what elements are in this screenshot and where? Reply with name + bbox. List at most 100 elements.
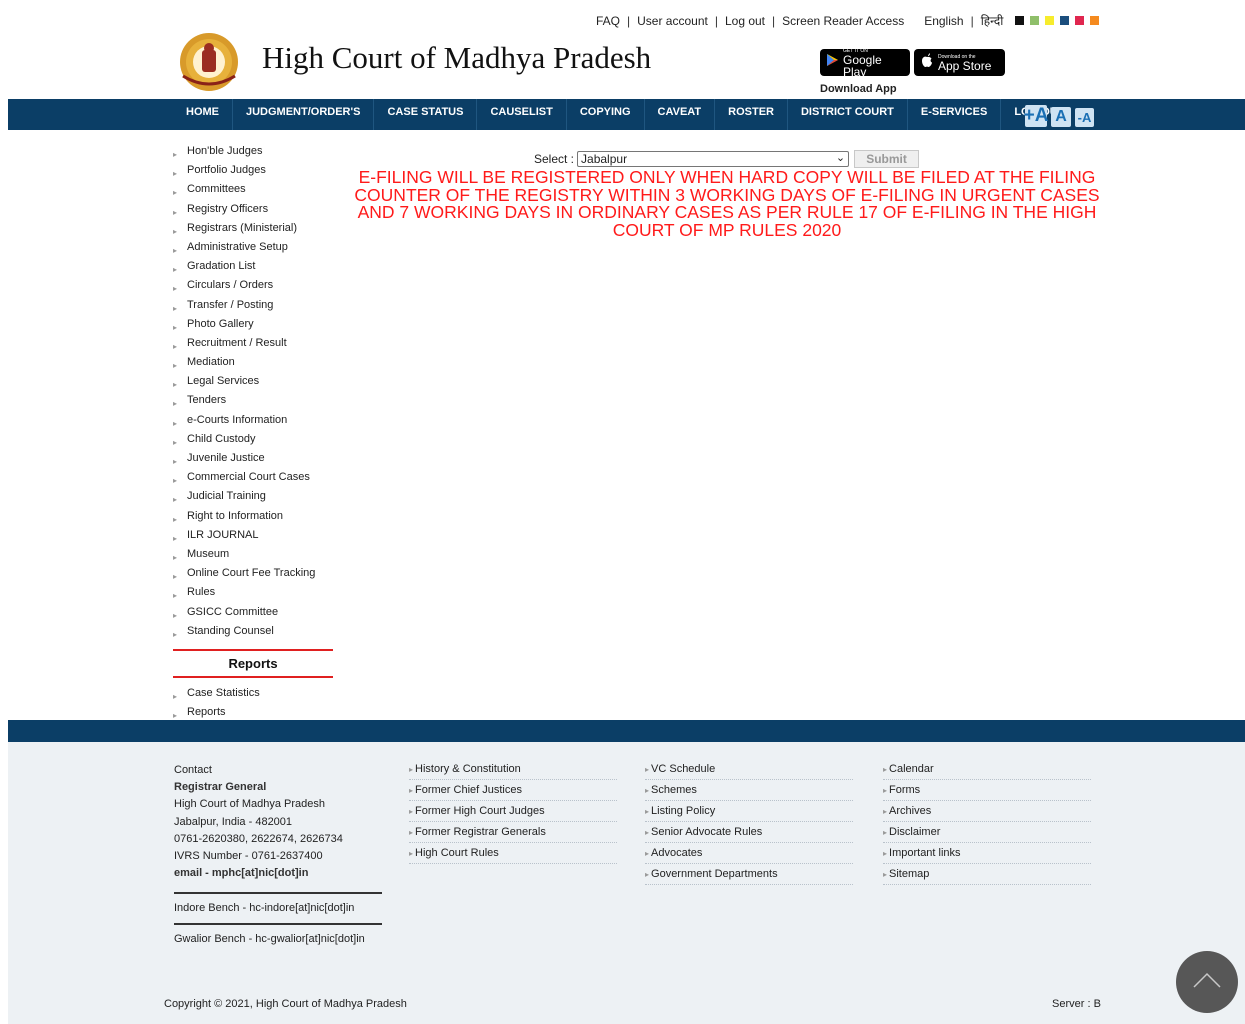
nav-causelist[interactable]: CAUSELIST bbox=[477, 99, 567, 130]
court-emblem-logo[interactable] bbox=[173, 32, 245, 92]
footer-link-senior-advocate-rules[interactable]: ▸ Senior Advocate Rules bbox=[645, 823, 853, 843]
sidebar-item-juvenile-justice[interactable]: ▸ Juvenile Justice bbox=[173, 451, 335, 470]
link-label: Committees bbox=[187, 183, 246, 196]
nav-e-services[interactable]: E-SERVICES bbox=[908, 99, 1002, 130]
sidebar-item-registry-officers[interactable]: ▸ Registry Officers bbox=[173, 202, 335, 221]
sidebar-item-standing-counsel[interactable]: ▸ Standing Counsel bbox=[173, 624, 335, 643]
footer-link-disclaimer[interactable]: ▸ Disclaimer bbox=[883, 823, 1091, 843]
footer-link-calendar[interactable]: ▸ Calendar bbox=[883, 760, 1091, 780]
theme-swatch-red[interactable] bbox=[1075, 16, 1085, 25]
footer-link-sitemap[interactable]: ▸ Sitemap bbox=[883, 865, 1091, 885]
bullet-arrow-icon: ▸ bbox=[883, 765, 888, 774]
sidebar-item-portfolio-judges[interactable]: ▸ Portfolio Judges bbox=[173, 163, 335, 182]
theme-swatch-black[interactable] bbox=[1015, 16, 1025, 25]
reports-heading: Reports bbox=[173, 648, 333, 678]
font-size-controls: +A A -A bbox=[1024, 105, 1094, 127]
bullet-arrow-icon: ▸ bbox=[409, 807, 414, 816]
site-title[interactable]: High Court of Madhya Pradesh bbox=[262, 40, 651, 76]
bullet-arrow-icon: ▸ bbox=[883, 870, 888, 879]
sidebar-item-online-court-fee-tracking[interactable]: ▸ Online Court Fee Tracking bbox=[173, 566, 335, 585]
sidebar-item-photo-gallery[interactable]: ▸ Photo Gallery bbox=[173, 317, 335, 336]
footer-link-forms[interactable]: ▸ Forms bbox=[883, 781, 1091, 801]
main-nav: HOME JUDGMENT/ORDER'S CASE STATUS CAUSEL… bbox=[173, 99, 1077, 130]
bullet-arrow-icon: ▸ bbox=[173, 188, 178, 198]
footer-link-important-links[interactable]: ▸ Important links bbox=[883, 844, 1091, 864]
footer-link-former-registrar-generals[interactable]: ▸ Former Registrar Generals bbox=[409, 823, 617, 843]
footer-link-archives[interactable]: ▸ Archives bbox=[883, 802, 1091, 822]
bench-select[interactable]: Jabalpur ⌄ bbox=[577, 151, 850, 167]
nav-judgment-orders[interactable]: JUDGMENT/ORDER'S bbox=[233, 99, 375, 130]
font-increase-button[interactable]: +A bbox=[1024, 105, 1048, 127]
nav-caveat[interactable]: CAVEAT bbox=[645, 99, 716, 130]
bullet-arrow-icon: ▸ bbox=[883, 828, 888, 837]
bullet-arrow-icon: ▸ bbox=[409, 786, 414, 795]
bullet-arrow-icon: ▸ bbox=[173, 476, 178, 486]
sidebar-report-case-statistics[interactable]: ▸ Case Statistics bbox=[173, 686, 335, 705]
sidebar-item-mediation[interactable]: ▸ Mediation bbox=[173, 355, 335, 374]
google-play-icon bbox=[826, 53, 839, 72]
ivrs-number: IVRS Number - 0761-2637400 bbox=[174, 849, 323, 862]
sidebar-item-gradation-list[interactable]: ▸ Gradation List bbox=[173, 259, 335, 278]
bullet-arrow-icon: ▸ bbox=[173, 303, 178, 313]
sidebar-item-judicial-training[interactable]: ▸ Judicial Training bbox=[173, 489, 335, 508]
logout-link[interactable]: Log out bbox=[725, 14, 765, 28]
footer-link-history-constitution[interactable]: ▸ History & Constitution bbox=[409, 760, 617, 780]
sidebar-item-committees[interactable]: ▸ Committees bbox=[173, 182, 335, 201]
nav-roster[interactable]: ROSTER bbox=[715, 99, 788, 130]
bullet-arrow-icon: ▸ bbox=[883, 807, 888, 816]
font-decrease-button[interactable]: -A bbox=[1075, 108, 1094, 127]
nav-home[interactable]: HOME bbox=[173, 99, 233, 130]
bullet-arrow-icon: ▸ bbox=[173, 399, 178, 409]
link-label: Government Departments bbox=[651, 868, 778, 880]
hindi-language-link[interactable]: हिन्दी bbox=[981, 12, 1004, 29]
google-play-badge[interactable]: GET IT ON Google Play bbox=[820, 48, 910, 78]
footer-link-high-court-rules[interactable]: ▸ High Court Rules bbox=[409, 844, 617, 864]
screen-reader-link[interactable]: Screen Reader Access bbox=[782, 14, 904, 28]
sidebar-item-rules[interactable]: ▸ Rules bbox=[173, 585, 335, 604]
nav-district-court[interactable]: DISTRICT COURT bbox=[788, 99, 908, 130]
footer-link-advocates[interactable]: ▸ Advocates bbox=[645, 844, 853, 864]
submit-button[interactable]: Submit bbox=[854, 150, 920, 168]
bullet-arrow-icon: ▸ bbox=[173, 495, 178, 505]
sidebar-item-ilr-journal[interactable]: ▸ ILR JOURNAL bbox=[173, 528, 335, 547]
sidebar-item-tenders[interactable]: ▸ Tenders bbox=[173, 393, 335, 412]
sidebar-item-museum[interactable]: ▸ Museum bbox=[173, 547, 335, 566]
footer-link-vc-schedule[interactable]: ▸ VC Schedule bbox=[645, 760, 853, 780]
sidebar-item-child-custody[interactable]: ▸ Child Custody bbox=[173, 432, 335, 451]
link-label: Former Chief Justices bbox=[415, 784, 522, 796]
nav-case-status[interactable]: CASE STATUS bbox=[374, 99, 478, 130]
bullet-arrow-icon: ▸ bbox=[173, 691, 178, 701]
sidebar-item-registrars-ministerial[interactable]: ▸ Registrars (Ministerial) bbox=[173, 221, 335, 240]
link-label: Circulars / Orders bbox=[187, 279, 274, 292]
theme-swatch-green[interactable] bbox=[1030, 16, 1040, 25]
font-normal-button[interactable]: A bbox=[1051, 107, 1071, 127]
theme-swatch-yellow[interactable] bbox=[1045, 16, 1055, 25]
theme-swatch-orange[interactable] bbox=[1090, 16, 1100, 25]
sidebar-item-administrative-setup[interactable]: ▸ Administrative Setup bbox=[173, 240, 335, 259]
sidebar-item-legal-services[interactable]: ▸ Legal Services bbox=[173, 374, 335, 393]
footer-link-listing-policy[interactable]: ▸ Listing Policy bbox=[645, 802, 853, 822]
sidebar-item-right-to-information[interactable]: ▸ Right to Information bbox=[173, 509, 335, 528]
bench-select-row: Select : Jabalpur ⌄ Submit bbox=[534, 150, 920, 168]
link-label: Tenders bbox=[187, 394, 227, 407]
scroll-to-top-button[interactable] bbox=[1176, 951, 1238, 1013]
footer-link-schemes[interactable]: ▸ Schemes bbox=[645, 781, 853, 801]
user-account-link[interactable]: User account bbox=[637, 14, 708, 28]
sidebar-item-recruitment-result[interactable]: ▸ Recruitment / Result bbox=[173, 336, 335, 355]
bullet-arrow-icon: ▸ bbox=[645, 828, 650, 837]
sidebar-item-transfer-posting[interactable]: ▸ Transfer / Posting bbox=[173, 298, 335, 317]
footer-link-former-chief-justices[interactable]: ▸ Former Chief Justices bbox=[409, 781, 617, 801]
sidebar-item-commercial-court-cases[interactable]: ▸ Commercial Court Cases bbox=[173, 470, 335, 489]
faq-link[interactable]: FAQ bbox=[596, 14, 620, 28]
sidebar-item-circulars-orders[interactable]: ▸ Circulars / Orders bbox=[173, 278, 335, 297]
nav-copying[interactable]: COPYING bbox=[567, 99, 645, 130]
english-language-link[interactable]: English bbox=[924, 14, 963, 28]
app-store-badge[interactable]: Download on the App Store bbox=[914, 49, 1005, 76]
theme-swatch-blue[interactable] bbox=[1060, 16, 1070, 25]
footer-link-former-high-court-judges[interactable]: ▸ Former High Court Judges bbox=[409, 802, 617, 822]
sidebar-item-gsicc-committee[interactable]: ▸ GSICC Committee bbox=[173, 605, 335, 624]
link-label: Online Court Fee Tracking bbox=[187, 567, 316, 580]
footer-link-government-departments[interactable]: ▸ Government Departments bbox=[645, 865, 853, 885]
sidebar-item-hon-ble-judges[interactable]: ▸ Hon'ble Judges bbox=[173, 144, 335, 163]
sidebar-item-e-courts-information[interactable]: ▸ e-Courts Information bbox=[173, 413, 335, 432]
